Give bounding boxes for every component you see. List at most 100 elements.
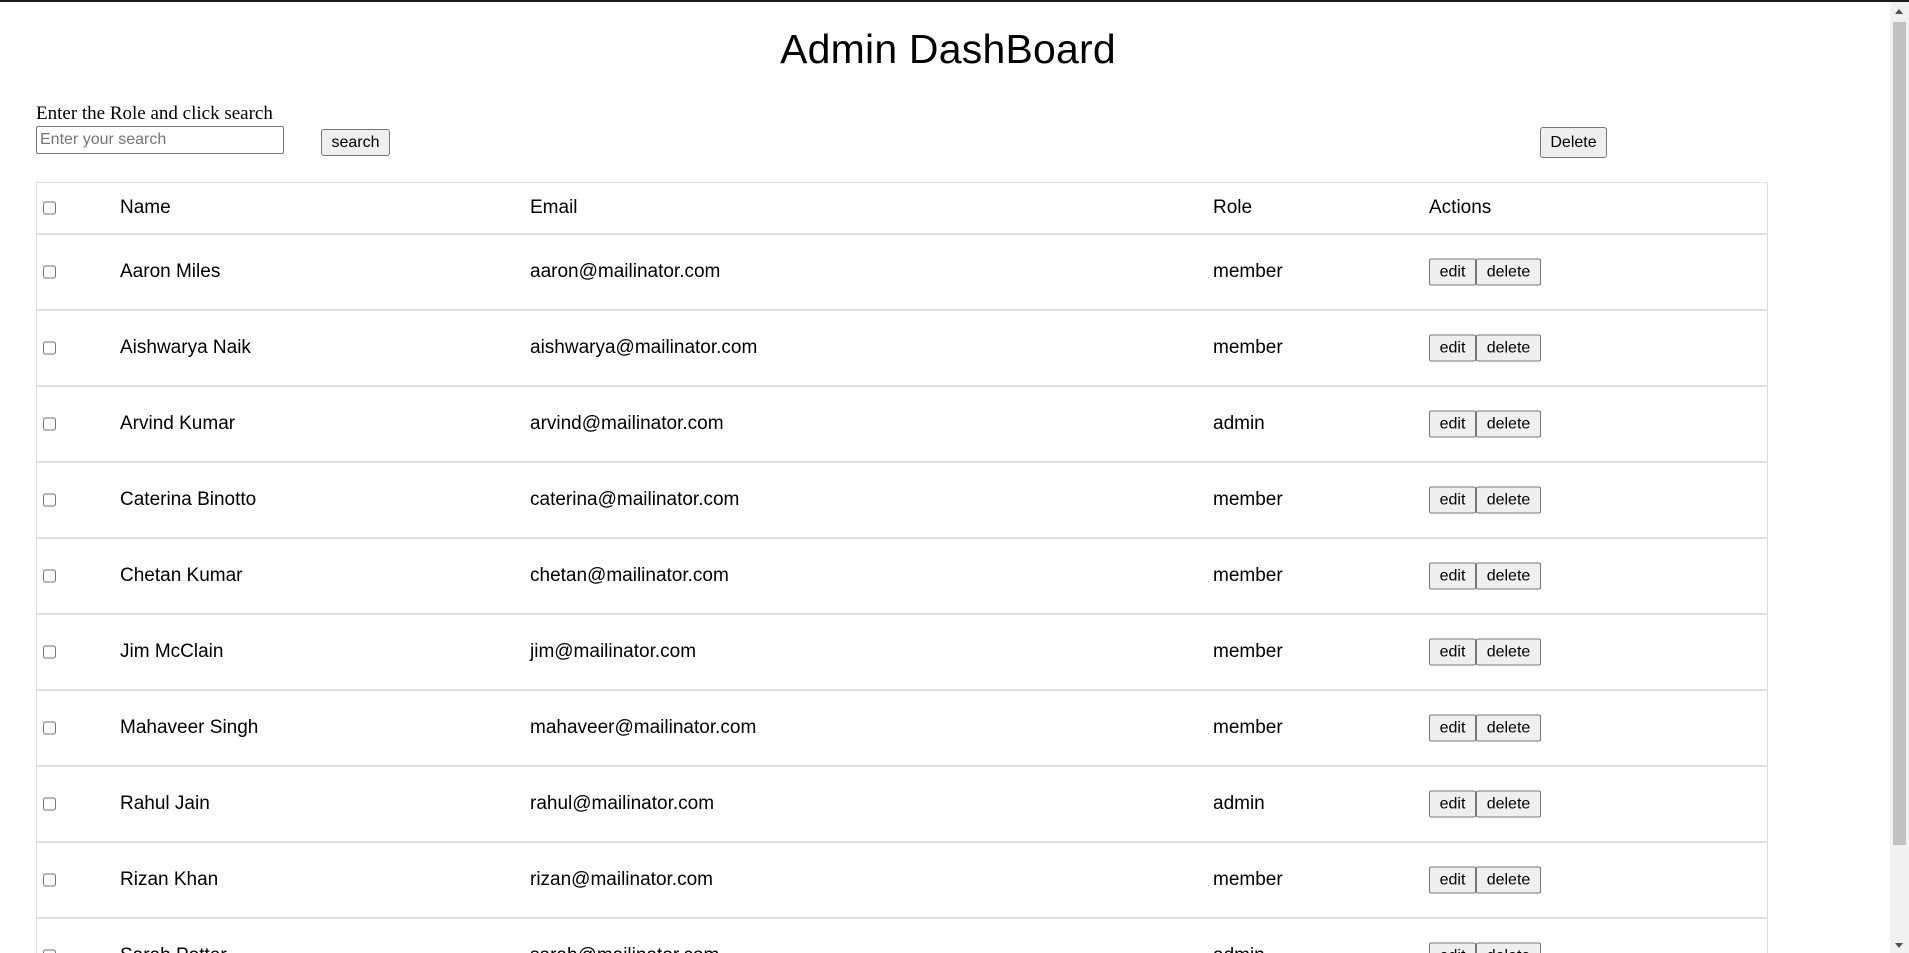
row-select-checkbox[interactable] bbox=[43, 493, 56, 507]
table-row: Rahul Jain rahul@mailinator.com admin edit d… bbox=[37, 767, 1767, 843]
table-body: Aaron Miles aaron@mailinator.com member edi… bbox=[37, 235, 1767, 953]
user-role: admin bbox=[1213, 413, 1265, 434]
user-role: member bbox=[1213, 717, 1283, 738]
user-name: Jim McClain bbox=[120, 641, 224, 662]
column-header-name: Name bbox=[120, 197, 171, 218]
delete-row-button[interactable]: delete bbox=[1476, 790, 1541, 818]
table-row: Jim McClain jim@mailinator.com member edit d… bbox=[37, 615, 1767, 691]
search-input[interactable] bbox=[36, 126, 284, 154]
user-email: chetan@mailinator.com bbox=[530, 565, 729, 586]
row-select-checkbox[interactable] bbox=[43, 417, 56, 431]
user-role: member bbox=[1213, 641, 1283, 662]
edit-button[interactable]: edit bbox=[1429, 562, 1476, 590]
select-all-checkbox[interactable] bbox=[43, 201, 56, 215]
row-select-checkbox[interactable] bbox=[43, 569, 56, 583]
table-row: Aaron Miles aaron@mailinator.com member edi… bbox=[37, 235, 1767, 311]
user-role: admin bbox=[1213, 793, 1265, 814]
user-email: rizan@mailinator.com bbox=[530, 869, 713, 890]
user-role: admin bbox=[1213, 945, 1265, 953]
table-row: Aishwarya Naik aishwarya@mailinator.com me… bbox=[37, 311, 1767, 387]
search-label: Enter the Role and click search bbox=[36, 103, 273, 124]
delete-row-button[interactable]: delete bbox=[1476, 334, 1541, 362]
scroll-up-arrow-icon[interactable] bbox=[1895, 9, 1903, 14]
user-name: Sarah Potter bbox=[120, 945, 227, 953]
table-row: Mahaveer Singh mahaveer@mailinator.com mem… bbox=[37, 691, 1767, 767]
search-button[interactable]: search bbox=[321, 129, 390, 156]
row-select-checkbox[interactable] bbox=[43, 265, 56, 279]
row-select-checkbox[interactable] bbox=[43, 949, 56, 953]
row-select-cell bbox=[43, 797, 56, 811]
row-actions: editdelete bbox=[1429, 258, 1541, 286]
edit-button[interactable]: edit bbox=[1429, 866, 1476, 894]
row-select-cell bbox=[43, 645, 56, 659]
row-actions: editdelete bbox=[1429, 866, 1541, 894]
row-select-cell bbox=[43, 569, 56, 583]
row-actions: editdelete bbox=[1429, 486, 1541, 514]
user-email: aaron@mailinator.com bbox=[530, 261, 721, 282]
table-row: Rizan Khan rizan@mailinator.com member edit… bbox=[37, 843, 1767, 919]
user-name: Mahaveer Singh bbox=[120, 717, 259, 738]
delete-row-button[interactable]: delete bbox=[1476, 638, 1541, 666]
row-select-cell bbox=[43, 493, 56, 507]
user-name: Rahul Jain bbox=[120, 793, 210, 814]
user-name: Rizan Khan bbox=[120, 869, 219, 890]
table-row: Arvind Kumar arvind@mailinator.com admin ed… bbox=[37, 387, 1767, 463]
user-email: mahaveer@mailinator.com bbox=[530, 717, 757, 738]
users-table: Name Email Role Actions Aaron Miles aaron… bbox=[36, 182, 1768, 953]
delete-row-button[interactable]: delete bbox=[1476, 258, 1541, 286]
column-header-role: Role bbox=[1213, 197, 1253, 218]
delete-row-button[interactable]: delete bbox=[1476, 866, 1541, 894]
edit-button[interactable]: edit bbox=[1429, 790, 1476, 818]
user-role: member bbox=[1213, 261, 1283, 282]
row-actions: editdelete bbox=[1429, 562, 1541, 590]
row-select-cell bbox=[43, 721, 56, 735]
page-title: Admin DashBoard bbox=[780, 26, 1116, 72]
table-row: Chetan Kumar chetan@mailinator.com member e… bbox=[37, 539, 1767, 615]
user-email: sarah@mailinator.com bbox=[530, 945, 719, 953]
table-row: Caterina Binotto caterina@mailinator.com m… bbox=[37, 463, 1767, 539]
user-role: member bbox=[1213, 565, 1283, 586]
row-select-checkbox[interactable] bbox=[43, 341, 56, 355]
edit-button[interactable]: edit bbox=[1429, 334, 1476, 362]
row-select-cell bbox=[43, 873, 56, 887]
user-email: caterina@mailinator.com bbox=[530, 489, 740, 510]
delete-row-button[interactable]: delete bbox=[1476, 562, 1541, 590]
column-header-actions: Actions bbox=[1429, 197, 1492, 218]
column-header-email: Email bbox=[530, 197, 578, 218]
row-select-checkbox[interactable] bbox=[43, 873, 56, 887]
edit-button[interactable]: edit bbox=[1429, 714, 1476, 742]
user-name: Caterina Binotto bbox=[120, 489, 257, 510]
delete-row-button[interactable]: delete bbox=[1476, 942, 1541, 953]
row-select-cell bbox=[43, 341, 56, 355]
delete-selected-button[interactable]: Delete bbox=[1540, 127, 1607, 158]
edit-button[interactable]: edit bbox=[1429, 638, 1476, 666]
row-select-cell bbox=[43, 417, 56, 431]
user-email: rahul@mailinator.com bbox=[530, 793, 715, 814]
row-actions: editdelete bbox=[1429, 638, 1541, 666]
row-select-checkbox[interactable] bbox=[43, 721, 56, 735]
user-email: arvind@mailinator.com bbox=[530, 413, 724, 434]
edit-button[interactable]: edit bbox=[1429, 410, 1476, 438]
user-role: member bbox=[1213, 337, 1283, 358]
user-email: jim@mailinator.com bbox=[530, 641, 697, 662]
user-role: member bbox=[1213, 489, 1283, 510]
table-header-row: Name Email Role Actions bbox=[37, 183, 1767, 235]
row-select-cell bbox=[43, 949, 56, 953]
vertical-scrollbar[interactable] bbox=[1890, 2, 1909, 953]
edit-button[interactable]: edit bbox=[1429, 486, 1476, 514]
row-actions: editdelete bbox=[1429, 334, 1541, 362]
scrollbar-thumb[interactable] bbox=[1893, 22, 1906, 845]
scroll-down-arrow-icon[interactable] bbox=[1895, 943, 1903, 948]
row-select-checkbox[interactable] bbox=[43, 797, 56, 811]
row-select-checkbox[interactable] bbox=[43, 645, 56, 659]
delete-row-button[interactable]: delete bbox=[1476, 714, 1541, 742]
delete-row-button[interactable]: delete bbox=[1476, 486, 1541, 514]
edit-button[interactable]: edit bbox=[1429, 942, 1476, 953]
user-name: Aishwarya Naik bbox=[120, 337, 251, 358]
edit-button[interactable]: edit bbox=[1429, 258, 1476, 286]
user-email: aishwarya@mailinator.com bbox=[530, 337, 758, 358]
user-name: Chetan Kumar bbox=[120, 565, 243, 586]
user-role: member bbox=[1213, 869, 1283, 890]
delete-row-button[interactable]: delete bbox=[1476, 410, 1541, 438]
user-name: Aaron Miles bbox=[120, 261, 221, 282]
